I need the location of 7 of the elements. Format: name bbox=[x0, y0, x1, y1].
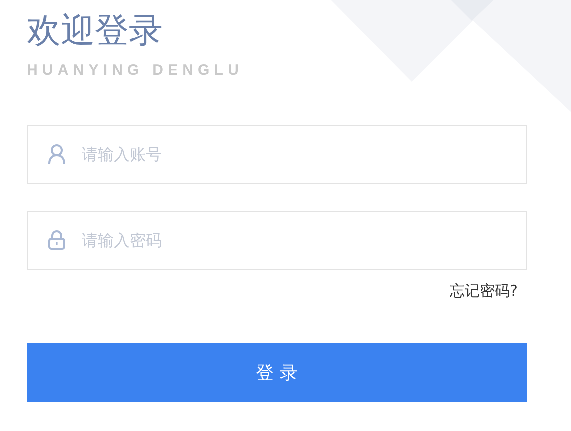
account-field[interactable]: 请输入账号 bbox=[27, 125, 527, 184]
password-field[interactable]: 请输入密码 bbox=[27, 211, 527, 270]
user-icon bbox=[48, 144, 66, 164]
login-button[interactable]: 登 录 bbox=[27, 343, 527, 402]
forgot-password-link[interactable]: 忘记密码? bbox=[450, 281, 518, 301]
lock-icon bbox=[48, 230, 66, 250]
page-title: 欢迎登录 bbox=[27, 10, 163, 53]
